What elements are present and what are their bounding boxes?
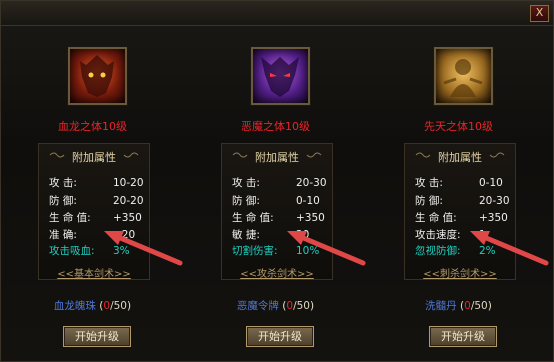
- required-item: 血龙魄珠 (0/50): [53, 300, 132, 312]
- red-arrow-icon: [470, 231, 549, 266]
- stat-attack: 攻 击: 0-10: [415, 177, 503, 189]
- golden-sage-icon[interactable]: [434, 47, 493, 105]
- body-column-demon: 恶魔之体10级 附加属性 攻 击: 20-30 防 御: 0-10 生 命 值: +3…: [184, 1, 367, 361]
- purple-demon-icon[interactable]: [251, 47, 310, 105]
- stat-attack: 攻 击: 20-30: [232, 177, 327, 189]
- ornament-icon: [489, 152, 505, 158]
- sword-skill-link[interactable]: <<刺杀剑术>>: [405, 265, 515, 280]
- stat-defense: 防 御: 20-30: [415, 195, 510, 207]
- required-item: 洗髓丹 (0/50): [425, 300, 492, 312]
- item-have-count: 0: [464, 300, 471, 312]
- start-upgrade-button[interactable]: 开始升级: [63, 326, 131, 347]
- body-column-innate: 先天之体10级 附加属性 攻 击: 0-10 防 御: 20-30 生 命 值: +3…: [367, 1, 550, 361]
- red-arrow-icon: [287, 231, 366, 266]
- item-name[interactable]: 洗髓丹: [425, 300, 457, 312]
- required-item: 恶魔令牌 (0/50): [236, 300, 315, 312]
- sword-skill-link[interactable]: <<攻杀剑术>>: [222, 265, 332, 280]
- stat-hp: 生 命 值: +350: [232, 212, 325, 224]
- stat-defense: 防 御: 20-20: [49, 195, 144, 207]
- body-title: 血龙之体10级: [58, 120, 127, 133]
- item-need-count: /50: [293, 300, 310, 312]
- stat-hp: 生 命 值: +350: [49, 212, 142, 224]
- item-name[interactable]: 血龙魄珠: [54, 300, 96, 312]
- start-upgrade-button[interactable]: 开始升级: [246, 326, 314, 347]
- item-need-count: /50: [110, 300, 127, 312]
- item-name[interactable]: 恶魔令牌: [237, 300, 279, 312]
- red-dragon-demon-icon[interactable]: [68, 47, 127, 105]
- body-title: 先天之体10级: [424, 120, 493, 133]
- body-column-blood-dragon: 血龙之体10级 附加属性 攻 击: 10-20 防 御: 20-20 生 命 值: +…: [1, 1, 184, 361]
- upgrade-window: X 血龙之体10级 附加属性 攻 击: 10-20 防 御: 20-20 生 命 值…: [0, 0, 554, 362]
- red-arrow-icon: [104, 231, 183, 266]
- item-need-count: /50: [470, 300, 488, 312]
- ornament-icon: [123, 152, 139, 158]
- start-upgrade-button[interactable]: 开始升级: [429, 326, 497, 347]
- stat-hp: 生 命 值: +350: [415, 212, 508, 224]
- ornament-icon: [306, 152, 322, 158]
- body-title: 恶魔之体10级: [241, 120, 310, 133]
- stat-attack: 攻 击: 10-20: [49, 177, 144, 189]
- sword-skill-link[interactable]: <<基本剑术>>: [39, 265, 149, 280]
- stat-defense: 防 御: 0-10: [232, 195, 320, 207]
